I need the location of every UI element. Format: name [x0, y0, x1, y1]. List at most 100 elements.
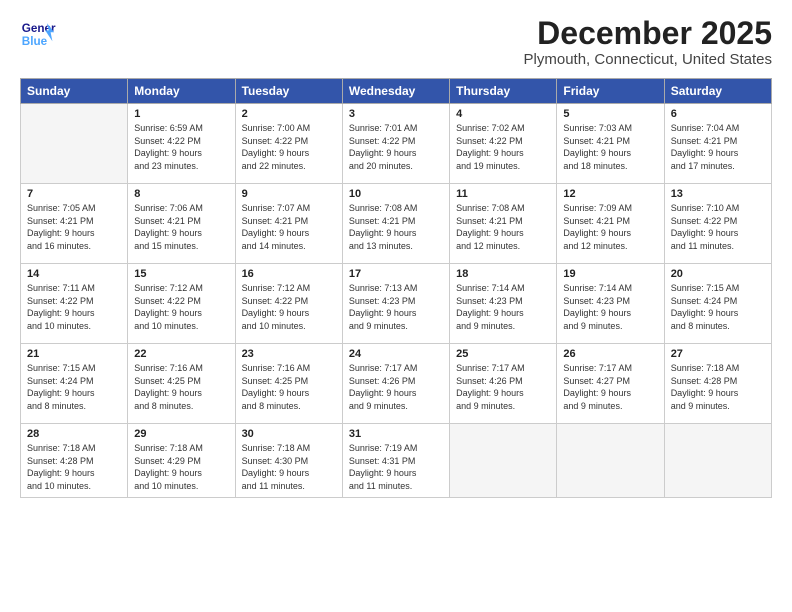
day-number: 2 — [242, 108, 336, 120]
calendar-cell: 8 Sunrise: 7:06 AMSunset: 4:21 PMDaylight… — [128, 184, 235, 264]
month-title: December 2025 — [524, 16, 772, 51]
day-number: 14 — [27, 268, 121, 280]
day-number: 27 — [671, 348, 765, 360]
day-info: Sunrise: 7:17 AMSunset: 4:27 PMDaylight:… — [563, 362, 657, 412]
calendar-cell: 6 Sunrise: 7:04 AMSunset: 4:21 PMDaylight… — [664, 104, 771, 184]
calendar-cell: 22 Sunrise: 7:16 AMSunset: 4:25 PMDayligh… — [128, 344, 235, 424]
day-info: Sunrise: 7:16 AMSunset: 4:25 PMDaylight:… — [134, 362, 228, 412]
calendar-week-row: 1Sunrise: 6:59 AMSunset: 4:22 PMDaylight… — [21, 104, 772, 184]
calendar-cell: 19 Sunrise: 7:14 AMSunset: 4:23 PMDayligh… — [557, 264, 664, 344]
calendar-cell: 15Sunrise: 7:12 AMSunset: 4:22 PMDayligh… — [128, 264, 235, 344]
calendar-cell: 18 Sunrise: 7:14 AMSunset: 4:23 PMDayligh… — [450, 264, 557, 344]
day-info: Sunrise: 7:18 AMSunset: 4:29 PMDaylight:… — [134, 442, 228, 492]
calendar-cell — [21, 104, 128, 184]
calendar-cell: 1Sunrise: 6:59 AMSunset: 4:22 PMDaylight… — [128, 104, 235, 184]
day-info: Sunrise: 7:10 AMSunset: 4:22 PMDaylight:… — [671, 202, 765, 252]
calendar-header-tuesday: Tuesday — [235, 79, 342, 104]
day-info: Sunrise: 7:15 AMSunset: 4:24 PMDaylight:… — [671, 282, 765, 332]
calendar-cell: 29Sunrise: 7:18 AMSunset: 4:29 PMDayligh… — [128, 424, 235, 497]
calendar-cell: 26 Sunrise: 7:17 AMSunset: 4:27 PMDayligh… — [557, 344, 664, 424]
day-info: Sunrise: 7:14 AMSunset: 4:23 PMDaylight:… — [456, 282, 550, 332]
day-info: Sunrise: 7:06 AMSunset: 4:21 PMDaylight:… — [134, 202, 228, 252]
day-number: 6 — [671, 108, 765, 120]
day-number: 31 — [349, 428, 443, 440]
day-number: 9 — [242, 188, 336, 200]
calendar-cell — [664, 424, 771, 497]
day-info: Sunrise: 7:04 AMSunset: 4:21 PMDaylight:… — [671, 122, 765, 172]
calendar-cell: 23 Sunrise: 7:16 AMSunset: 4:25 PMDayligh… — [235, 344, 342, 424]
day-number: 8 — [134, 188, 228, 200]
day-info: Sunrise: 7:00 AMSunset: 4:22 PMDaylight:… — [242, 122, 336, 172]
calendar-cell: 20Sunrise: 7:15 AMSunset: 4:24 PMDayligh… — [664, 264, 771, 344]
day-info: Sunrise: 7:15 AMSunset: 4:24 PMDaylight:… — [27, 362, 121, 412]
day-number: 11 — [456, 188, 550, 200]
day-info: Sunrise: 7:18 AMSunset: 4:28 PMDaylight:… — [671, 362, 765, 412]
day-number: 25 — [456, 348, 550, 360]
day-info: Sunrise: 7:18 AMSunset: 4:28 PMDaylight:… — [27, 442, 121, 492]
day-info: Sunrise: 7:13 AMSunset: 4:23 PMDaylight:… — [349, 282, 443, 332]
day-info: Sunrise: 7:14 AMSunset: 4:23 PMDaylight:… — [563, 282, 657, 332]
calendar-week-row: 7Sunrise: 7:05 AMSunset: 4:21 PMDaylight… — [21, 184, 772, 264]
calendar-header-monday: Monday — [128, 79, 235, 104]
calendar-cell: 5Sunrise: 7:03 AMSunset: 4:21 PMDaylight… — [557, 104, 664, 184]
calendar-cell: 24Sunrise: 7:17 AMSunset: 4:26 PMDayligh… — [342, 344, 449, 424]
day-number: 21 — [27, 348, 121, 360]
calendar: SundayMondayTuesdayWednesdayThursdayFrid… — [20, 78, 772, 497]
calendar-cell: 12 Sunrise: 7:09 AMSunset: 4:21 PMDayligh… — [557, 184, 664, 264]
day-info: Sunrise: 7:09 AMSunset: 4:21 PMDaylight:… — [563, 202, 657, 252]
calendar-cell: 17 Sunrise: 7:13 AMSunset: 4:23 PMDayligh… — [342, 264, 449, 344]
day-number: 28 — [27, 428, 121, 440]
day-info: Sunrise: 7:01 AMSunset: 4:22 PMDaylight:… — [349, 122, 443, 172]
page: General Blue December 2025 Plymouth, Con… — [0, 0, 792, 612]
calendar-cell: 3Sunrise: 7:01 AMSunset: 4:22 PMDaylight… — [342, 104, 449, 184]
calendar-week-row: 14Sunrise: 7:11 AMSunset: 4:22 PMDayligh… — [21, 264, 772, 344]
calendar-cell: 13Sunrise: 7:10 AMSunset: 4:22 PMDayligh… — [664, 184, 771, 264]
calendar-week-row: 21 Sunrise: 7:15 AMSunset: 4:24 PMDayligh… — [21, 344, 772, 424]
day-number: 18 — [456, 268, 550, 280]
header: General Blue December 2025 Plymouth, Con… — [20, 16, 772, 68]
day-number: 4 — [456, 108, 550, 120]
calendar-cell: 25 Sunrise: 7:17 AMSunset: 4:26 PMDayligh… — [450, 344, 557, 424]
calendar-cell: 2 Sunrise: 7:00 AMSunset: 4:22 PMDaylight… — [235, 104, 342, 184]
calendar-header-wednesday: Wednesday — [342, 79, 449, 104]
day-number: 16 — [242, 268, 336, 280]
day-number: 23 — [242, 348, 336, 360]
location: Plymouth, Connecticut, United States — [524, 51, 772, 68]
calendar-cell: 9 Sunrise: 7:07 AMSunset: 4:21 PMDaylight… — [235, 184, 342, 264]
day-number: 15 — [134, 268, 228, 280]
day-info: Sunrise: 7:05 AMSunset: 4:21 PMDaylight:… — [27, 202, 121, 252]
calendar-cell: 10Sunrise: 7:08 AMSunset: 4:21 PMDayligh… — [342, 184, 449, 264]
day-info: Sunrise: 7:08 AMSunset: 4:21 PMDaylight:… — [456, 202, 550, 252]
day-info: Sunrise: 6:59 AMSunset: 4:22 PMDaylight:… — [134, 122, 228, 172]
calendar-cell: 7Sunrise: 7:05 AMSunset: 4:21 PMDaylight… — [21, 184, 128, 264]
svg-text:Blue: Blue — [22, 35, 48, 48]
day-info: Sunrise: 7:16 AMSunset: 4:25 PMDaylight:… — [242, 362, 336, 412]
calendar-header-row: SundayMondayTuesdayWednesdayThursdayFrid… — [21, 79, 772, 104]
calendar-header-thursday: Thursday — [450, 79, 557, 104]
calendar-header-friday: Friday — [557, 79, 664, 104]
day-info: Sunrise: 7:07 AMSunset: 4:21 PMDaylight:… — [242, 202, 336, 252]
day-number: 26 — [563, 348, 657, 360]
day-info: Sunrise: 7:12 AMSunset: 4:22 PMDaylight:… — [242, 282, 336, 332]
calendar-cell: 30 Sunrise: 7:18 AMSunset: 4:30 PMDayligh… — [235, 424, 342, 497]
logo-icon: General Blue — [20, 16, 56, 52]
day-info: Sunrise: 7:02 AMSunset: 4:22 PMDaylight:… — [456, 122, 550, 172]
calendar-cell: 16 Sunrise: 7:12 AMSunset: 4:22 PMDayligh… — [235, 264, 342, 344]
day-number: 19 — [563, 268, 657, 280]
calendar-cell: 21 Sunrise: 7:15 AMSunset: 4:24 PMDayligh… — [21, 344, 128, 424]
day-number: 30 — [242, 428, 336, 440]
day-info: Sunrise: 7:18 AMSunset: 4:30 PMDaylight:… — [242, 442, 336, 492]
calendar-cell: 4 Sunrise: 7:02 AMSunset: 4:22 PMDaylight… — [450, 104, 557, 184]
calendar-cell: 14Sunrise: 7:11 AMSunset: 4:22 PMDayligh… — [21, 264, 128, 344]
calendar-cell — [557, 424, 664, 497]
day-info: Sunrise: 7:17 AMSunset: 4:26 PMDaylight:… — [456, 362, 550, 412]
calendar-cell: 28 Sunrise: 7:18 AMSunset: 4:28 PMDayligh… — [21, 424, 128, 497]
calendar-header-sunday: Sunday — [21, 79, 128, 104]
day-number: 5 — [563, 108, 657, 120]
logo: General Blue — [20, 16, 60, 52]
day-number: 12 — [563, 188, 657, 200]
day-info: Sunrise: 7:08 AMSunset: 4:21 PMDaylight:… — [349, 202, 443, 252]
day-number: 22 — [134, 348, 228, 360]
day-info: Sunrise: 7:17 AMSunset: 4:26 PMDaylight:… — [349, 362, 443, 412]
day-number: 17 — [349, 268, 443, 280]
